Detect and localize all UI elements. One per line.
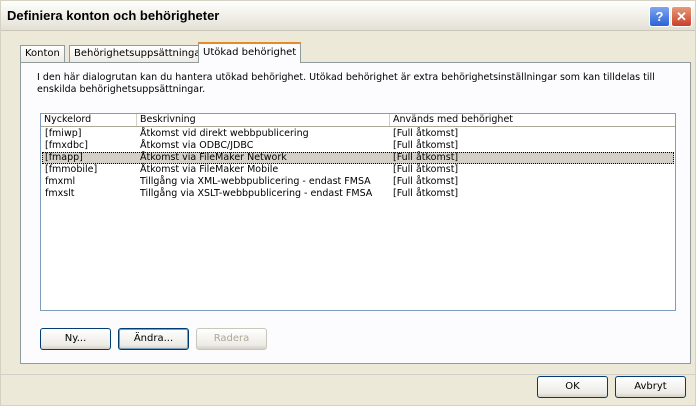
- edit-button[interactable]: Ändra...: [118, 328, 189, 350]
- tab-konton[interactable]: Konton: [20, 45, 65, 62]
- table-row[interactable]: [fmmobile] Åtkomst via FileMaker Mobile …: [42, 164, 674, 176]
- help-button[interactable]: ?: [649, 6, 670, 27]
- tab-utokad-behorighet[interactable]: Utökad behörighet: [198, 42, 302, 63]
- description-text: I den här dialogrutan kan du hantera utö…: [37, 72, 655, 95]
- used-with-cell: [Full åtkomst]: [393, 140, 459, 151]
- tab-behorighetsuppsattningar[interactable]: Behörighetsuppsättningar: [69, 45, 210, 62]
- table-row[interactable]: fmxml Tillgång via XML-webbpublicering -…: [42, 176, 674, 188]
- description-cell: Åtkomst via ODBC/JDBC: [140, 140, 254, 151]
- used-with-cell: [Full åtkomst]: [393, 164, 459, 175]
- description-cell: Åtkomst via FileMaker Mobile: [140, 164, 279, 175]
- used-with-cell: [Full åtkomst]: [393, 188, 459, 199]
- cancel-button[interactable]: Avbryt: [615, 376, 686, 398]
- privileges-list[interactable]: Nyckelord Beskrivning Används med behöri…: [40, 113, 676, 311]
- footer-separator: [1, 374, 695, 375]
- table-row[interactable]: [fmxdbc] Åtkomst via ODBC/JDBC [Full åtk…: [42, 140, 674, 152]
- title-bar: Definiera konton och behörigheter ? ✕: [1, 1, 695, 31]
- column-header-keyword[interactable]: Nyckelord: [41, 114, 137, 126]
- tab-panel: I den här dialogrutan kan du hantera utö…: [20, 62, 691, 364]
- list-header: Nyckelord Beskrivning Används med behöri…: [41, 114, 675, 127]
- table-row-selected[interactable]: [fmapp] Åtkomst via FileMaker Network [F…: [42, 152, 674, 164]
- used-with-cell: [Full åtkomst]: [393, 176, 459, 187]
- used-with-cell: [Full åtkomst]: [393, 152, 459, 163]
- close-button[interactable]: ✕: [671, 6, 692, 27]
- window-title: Definiera konton och behörigheter: [7, 8, 220, 23]
- description-cell: Tillgång via XSLT-webbpublicering - enda…: [140, 188, 373, 199]
- column-header-used-with[interactable]: Används med behörighet: [390, 114, 675, 126]
- column-header-description[interactable]: Beskrivning: [137, 114, 390, 126]
- used-with-cell: [Full åtkomst]: [393, 128, 459, 139]
- delete-button: Radera: [196, 328, 267, 350]
- keyword-cell: [fmmobile]: [45, 164, 98, 175]
- table-row[interactable]: fmxslt Tillgång via XSLT-webbpublicering…: [42, 188, 674, 200]
- description-cell: Åtkomst vid direkt webbpublicering: [140, 128, 309, 139]
- keyword-cell: fmxslt: [45, 188, 75, 199]
- dialog-window: Definiera konton och behörigheter ? ✕ Ko…: [0, 0, 696, 406]
- keyword-cell: [fmiwp]: [45, 128, 82, 139]
- description-cell: Tillgång via XML-webbpublicering - endas…: [140, 176, 371, 187]
- description-cell: Åtkomst via FileMaker Network: [140, 152, 287, 163]
- keyword-cell: fmxml: [45, 176, 76, 187]
- table-row[interactable]: [fmiwp] Åtkomst vid direkt webbpubliceri…: [42, 128, 674, 140]
- keyword-cell: [fmapp]: [45, 152, 83, 163]
- keyword-cell: [fmxdbc]: [45, 140, 88, 151]
- ok-button[interactable]: OK: [537, 376, 608, 398]
- new-button[interactable]: Ny...: [40, 328, 111, 350]
